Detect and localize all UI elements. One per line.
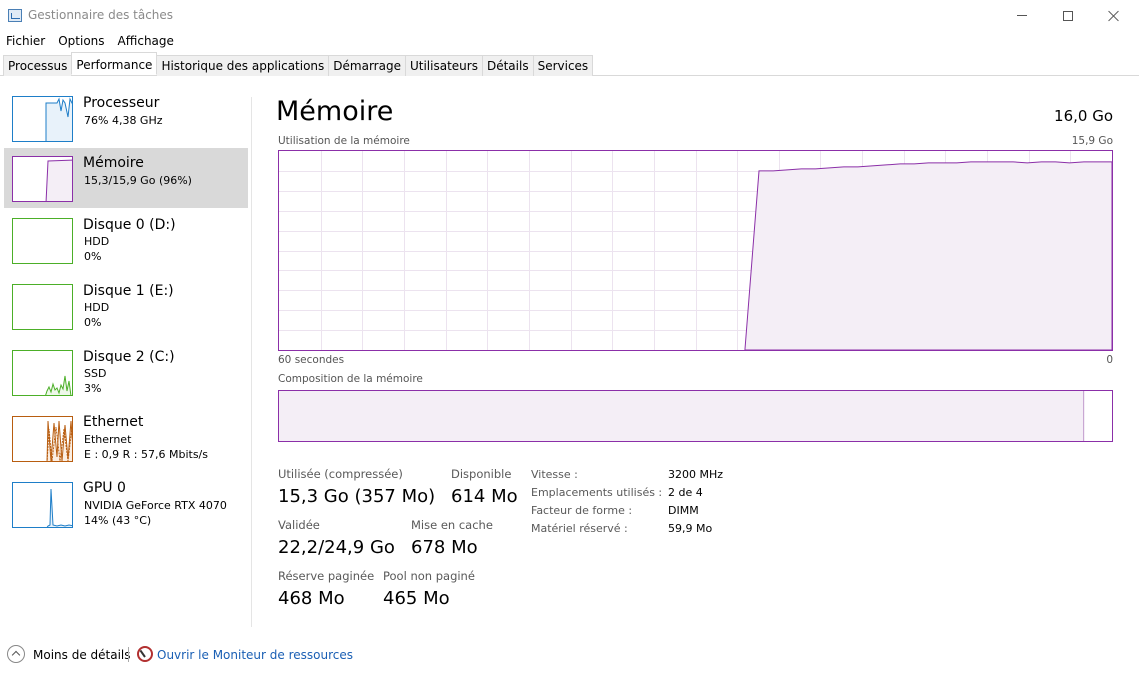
tab-details[interactable]: Détails xyxy=(481,55,534,76)
menu-affichage[interactable]: Affichage xyxy=(112,31,181,51)
sidebar-item-disque-2[interactable]: Disque 2 (C:) SSD 3% xyxy=(4,340,248,400)
tab-demarrage[interactable]: Démarrage xyxy=(328,55,406,76)
sidebar-item-throughput: E : 0,9 R : 57,6 Mbits/s xyxy=(84,448,208,461)
sidebar-item-usage: 3% xyxy=(84,382,102,395)
minimize-button[interactable] xyxy=(999,0,1045,31)
resource-monitor-icon[interactable] xyxy=(137,646,153,662)
sidebar-item-detail: HDD xyxy=(84,235,110,248)
maximize-button[interactable] xyxy=(1045,0,1091,31)
sidebar-item-name: Disque 0 (D:) xyxy=(83,217,176,233)
available-label: Disponible xyxy=(451,467,512,481)
cached-value: 678 Mo xyxy=(411,537,478,558)
time-axis-left: 60 secondes xyxy=(278,354,345,366)
speed-key: Vitesse : xyxy=(531,468,578,481)
menu-bar: Fichier Options Affichage xyxy=(0,31,181,51)
available-value: 614 Mo xyxy=(451,486,518,507)
gpu-thumbnail xyxy=(12,482,73,528)
total-memory: 16,0 Go xyxy=(1054,107,1113,125)
sidebar-item-detail: SSD xyxy=(84,367,107,380)
nonpaged-pool-label: Pool non paginé xyxy=(383,569,475,583)
title-bar: Gestionnaire des tâches xyxy=(0,0,1139,31)
task-manager-icon xyxy=(8,9,22,22)
in-use-value: 15,3 Go (357 Mo) xyxy=(278,486,436,507)
sidebar-item-name: Disque 1 (E:) xyxy=(83,283,174,299)
sidebar-item-name: Disque 2 (C:) xyxy=(83,349,175,365)
sidebar-item-usage: 0% xyxy=(84,316,102,329)
sidebar-item-disque-0[interactable]: Disque 0 (D:) HDD 0% xyxy=(4,208,248,268)
slots-value: 2 de 4 xyxy=(668,486,703,499)
sidebar-item-name: Ethernet xyxy=(83,414,144,430)
window-title: Gestionnaire des tâches xyxy=(28,8,174,22)
sidebar-item-ethernet[interactable]: Ethernet Ethernet E : 0,9 R : 57,6 Mbits… xyxy=(4,406,248,466)
composition-label: Composition de la mémoire xyxy=(278,373,423,385)
footer-bar: Moins de détails Ouvrir le Moniteur de r… xyxy=(0,640,1139,670)
tab-strip: Processus Performance Historique des app… xyxy=(0,52,1139,76)
sidebar-item-detail: HDD xyxy=(84,301,110,314)
hardware-reserved-value: 59,9 Mo xyxy=(668,522,713,535)
nonpaged-pool-value: 465 Mo xyxy=(383,588,450,609)
time-axis-right: 0 xyxy=(1106,354,1113,366)
sidebar-item-usage: 0% xyxy=(84,250,102,263)
memory-usage-chart xyxy=(278,150,1113,351)
sidebar-item-memoire[interactable]: Mémoire 15,3/15,9 Go (96%) xyxy=(4,148,248,208)
composition-in-use xyxy=(279,391,1085,441)
minimize-icon xyxy=(1017,15,1027,16)
speed-value: 3200 MHz xyxy=(668,468,724,481)
sidebar-item-detail: NVIDIA GeForce RTX 4070 xyxy=(84,499,227,512)
disk2-thumbnail xyxy=(12,350,73,396)
maximize-icon xyxy=(1063,10,1073,21)
menu-fichier[interactable]: Fichier xyxy=(0,31,52,51)
chevron-up-icon[interactable] xyxy=(7,645,25,663)
form-factor-value: DIMM xyxy=(668,504,699,517)
page-title: Mémoire xyxy=(276,96,394,127)
sidebar-item-name: Processeur xyxy=(83,95,160,111)
usage-chart-max: 15,9 Go xyxy=(1071,135,1113,147)
footer-divider xyxy=(128,647,129,662)
close-icon xyxy=(1108,10,1120,22)
committed-value: 22,2/24,9 Go xyxy=(278,537,395,558)
ethernet-thumbnail xyxy=(12,416,73,462)
in-use-label: Utilisée (compressée) xyxy=(278,467,403,481)
usage-chart-label: Utilisation de la mémoire xyxy=(278,135,410,147)
tab-services[interactable]: Services xyxy=(532,55,594,76)
paged-pool-value: 468 Mo xyxy=(278,588,345,609)
memory-usage-area xyxy=(744,161,1113,351)
sidebar-item-name: Mémoire xyxy=(83,155,144,171)
less-details-button[interactable]: Moins de détails xyxy=(33,648,131,662)
sidebar-item-detail: 15,3/15,9 Go (96%) xyxy=(84,174,192,187)
sidebar-item-disque-1[interactable]: Disque 1 (E:) HDD 0% xyxy=(4,274,248,334)
sidebar-item-usage: 14% (43 °C) xyxy=(84,514,152,527)
tab-performance[interactable]: Performance xyxy=(71,52,158,75)
cpu-thumbnail xyxy=(12,96,73,142)
committed-label: Validée xyxy=(278,518,320,532)
sidebar-item-gpu-0[interactable]: GPU 0 NVIDIA GeForce RTX 4070 14% (43 °C… xyxy=(4,472,248,532)
sidebar-item-detail: Ethernet xyxy=(84,433,132,446)
composition-modified xyxy=(1082,391,1084,441)
disk1-thumbnail xyxy=(12,284,73,330)
sidebar-divider xyxy=(251,97,252,627)
disk0-thumbnail xyxy=(12,218,73,264)
hardware-reserved-key: Matériel réservé : xyxy=(531,522,628,535)
cached-label: Mise en cache xyxy=(411,518,493,532)
slots-key: Emplacements utilisés : xyxy=(531,486,663,499)
sidebar-item-name: GPU 0 xyxy=(83,480,126,496)
paged-pool-label: Réserve paginée xyxy=(278,569,375,583)
menu-options[interactable]: Options xyxy=(52,31,111,51)
tab-utilisateurs[interactable]: Utilisateurs xyxy=(404,55,483,76)
close-button[interactable] xyxy=(1091,0,1137,31)
resource-monitor-link[interactable]: Ouvrir le Moniteur de ressources xyxy=(157,648,353,662)
memory-composition-bar xyxy=(278,390,1113,442)
tab-processus[interactable]: Processus xyxy=(3,55,73,76)
memory-usage-graph xyxy=(279,151,1113,351)
sidebar-item-detail: 76% 4,38 GHz xyxy=(84,114,163,127)
form-factor-key: Facteur de forme : xyxy=(531,504,633,517)
tab-historique[interactable]: Historique des applications xyxy=(156,55,330,76)
memory-thumbnail xyxy=(12,156,73,202)
sidebar-item-processeur[interactable]: Processeur 76% 4,38 GHz xyxy=(4,88,248,148)
